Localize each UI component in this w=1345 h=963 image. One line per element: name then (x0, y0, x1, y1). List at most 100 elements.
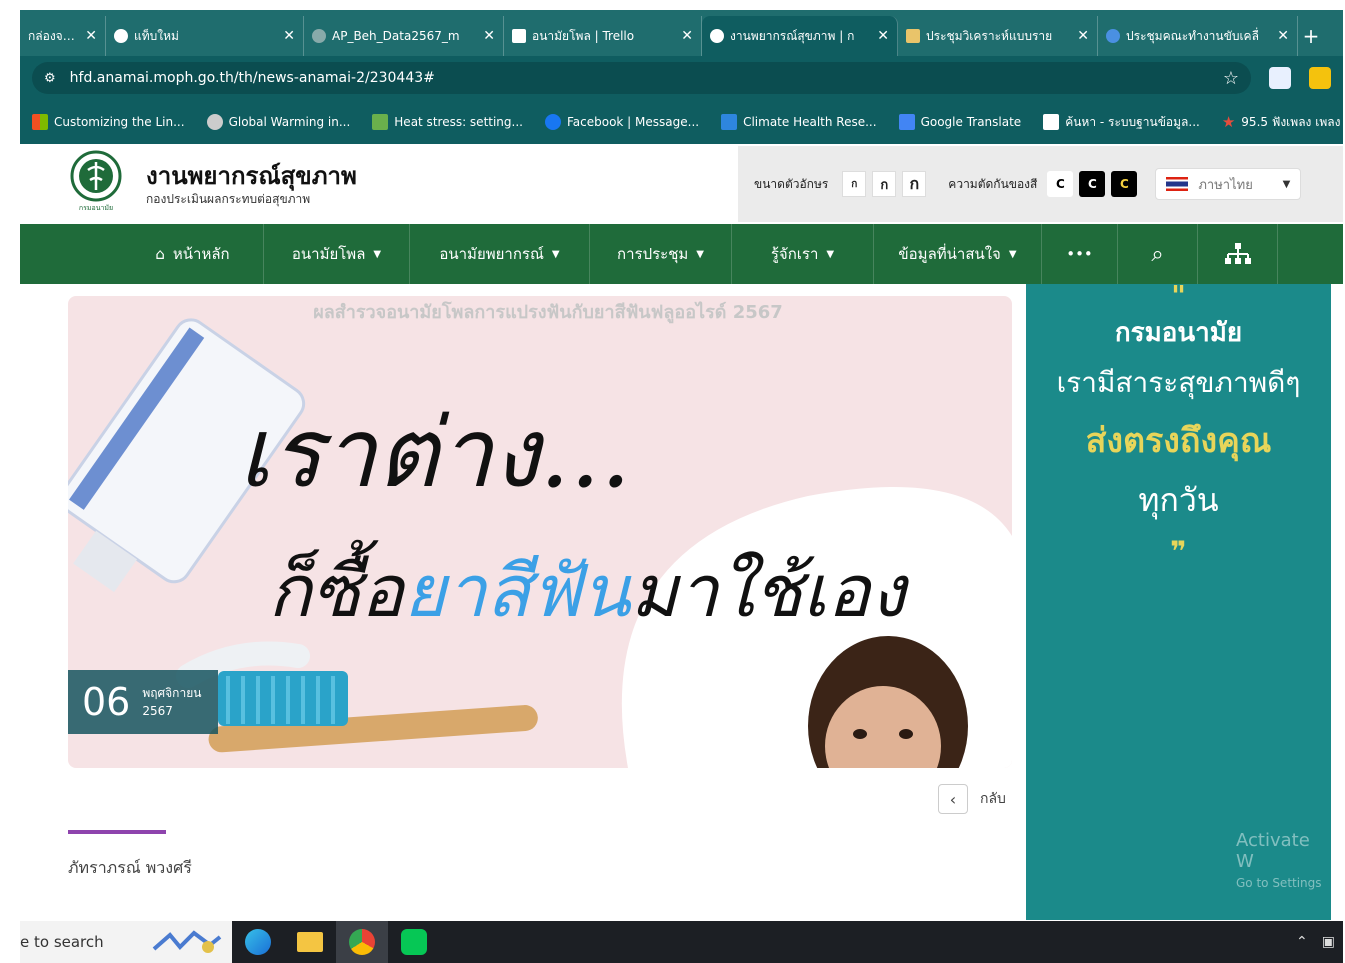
facebook-icon (544, 114, 561, 130)
file-explorer-icon[interactable] (284, 921, 336, 963)
browser-tab[interactable]: AP_Beh_Data2567_m ✕ (304, 16, 504, 56)
chevron-down-icon: ▼ (696, 248, 704, 260)
language-select[interactable]: ภาษาไทย ▼ (1155, 168, 1302, 200)
chevron-up-icon[interactable]: ⌃ (1296, 934, 1308, 950)
banner-headline-line1: เราต่าง... (238, 397, 631, 509)
nav-label: ข้อมูลที่น่าสนใจ (898, 245, 1001, 263)
url-field[interactable]: ⚙ hfd.anamai.moph.go.th/th/news-anamai-2… (32, 62, 1251, 94)
browser-tab[interactable]: ประชุมวิเคราะห์แบบราย ✕ (898, 16, 1098, 56)
author-divider (68, 830, 166, 834)
font-large-button[interactable]: ก (902, 171, 927, 197)
bookmark-label: Google Translate (920, 115, 1022, 129)
tab-label: แท็บใหม่ (134, 28, 179, 43)
nav-anamai-poll[interactable]: อนามัยโพล ▼ (264, 224, 410, 284)
banner-top-text: ผลสำรวจอนามัยโพลการแปรงฟันกับยาสีฟันฟลูอ… (313, 301, 783, 324)
date-badge: 06 พฤศจิกายน 2567 (68, 670, 218, 734)
close-icon[interactable]: ✕ (1077, 28, 1089, 44)
bookmark-item[interactable]: Customizing the Lin... (32, 114, 185, 130)
bookmark-item[interactable]: Climate Health Rese... (721, 114, 877, 130)
font-small-button[interactable]: ก (842, 171, 867, 197)
logo-text: กรมอนามัย (79, 204, 113, 212)
sidebar-line4: ทุกวัน (1138, 481, 1219, 519)
main-nav: ⌂ หน้าหลัก อนามัยโพล ▼ อนามัยพยากรณ์ ▼ ก… (20, 224, 1343, 284)
site-subtitle: กองประเมินผลกระทบต่อสุขภาพ (146, 192, 311, 206)
bookmark-item[interactable]: Heat stress: setting... (372, 114, 523, 130)
promo-sidebar: " กรมอนามัย เรามีสาระสุขภาพดีๆ ส่งตรงถึง… (1026, 282, 1331, 920)
site-header: กรมอนามัย งานพยากรณ์สุขภาพ กองประเมินผลก… (20, 144, 1343, 224)
search-button[interactable]: ⌕ (1118, 224, 1198, 284)
google-translate-icon (898, 114, 915, 130)
close-icon[interactable]: ✕ (283, 28, 295, 44)
browser-tab-strip: กล่องจดหมาย ✕ แท็บใหม่ ✕ AP_Beh_Data2567… (20, 10, 1343, 56)
browser-tab[interactable]: แท็บใหม่ ✕ (106, 16, 304, 56)
line-app-icon[interactable] (388, 921, 440, 963)
extension-doc-icon[interactable] (1269, 67, 1291, 89)
tab-label: AP_Beh_Data2567_m (332, 29, 460, 43)
nav-home[interactable]: ⌂ หน้าหลัก (122, 224, 264, 284)
extension-note-icon[interactable] (1309, 67, 1331, 89)
news-banner-image: ผลสำรวจอนามัยโพลการแปรงฟันกับยาสีฟันฟลูอ… (68, 296, 1012, 768)
nav-label: หน้าหลัก (172, 245, 230, 263)
font-medium-button[interactable]: ก (872, 171, 897, 197)
language-value: ภาษาไทย (1198, 177, 1253, 193)
bookmark-label: Climate Health Rese... (743, 115, 877, 129)
date-month-year: พฤศจิกายน 2567 (142, 684, 201, 720)
chevron-left-icon[interactable]: ‹ (938, 784, 968, 814)
bookmark-item[interactable]: Global Warming in... (206, 114, 350, 130)
bookmark-item[interactable]: ค้นหา - ระบบฐานข้อมูล... (1043, 113, 1200, 132)
font-size-label: ขนาดตัวอักษร (754, 176, 829, 191)
browser-tab[interactable]: ประชุมคณะทำงานขับเคลื่ ✕ (1098, 16, 1298, 56)
bookmark-label: ค้นหา - ระบบฐานข้อมูล... (1065, 114, 1200, 129)
bookmark-item[interactable]: ★ 95.5 ฟังเพลง เพลง เพล (1222, 113, 1343, 132)
contrast-normal-button[interactable]: C (1047, 171, 1074, 197)
edge-icon[interactable] (232, 921, 284, 963)
new-tab-button[interactable]: + (1298, 16, 1324, 56)
browser-tab[interactable]: อนามัยโพล | Trello ✕ (504, 16, 702, 56)
date-day: 06 (82, 680, 131, 724)
thai-flag-icon (1166, 177, 1189, 191)
bookmark-item[interactable]: Google Translate (898, 114, 1022, 130)
nav-about[interactable]: รู้จักเรา ▼ (732, 224, 874, 284)
browser-tab[interactable]: กล่องจดหมาย ✕ (20, 16, 106, 56)
site-info-icon[interactable]: ⚙ (44, 71, 56, 86)
close-icon[interactable]: ✕ (681, 28, 693, 44)
tab-label: งานพยากรณ์สุขภาพ | ก (730, 28, 855, 43)
close-icon[interactable]: ✕ (85, 28, 97, 44)
contrast-dark-button[interactable]: C (1079, 171, 1106, 197)
back-link[interactable]: ‹ กลับ (938, 784, 1006, 814)
nav-meetings[interactable]: การประชุม ▼ (590, 224, 732, 284)
trello-icon (512, 29, 526, 43)
sitemap-button[interactable] (1198, 224, 1278, 284)
sidebar-line1: กรมอนามัย (1114, 318, 1243, 348)
close-icon[interactable]: ✕ (483, 28, 495, 44)
close-icon[interactable]: ✕ (877, 28, 889, 44)
climate-icon (721, 114, 738, 130)
taskbar-search-input[interactable]: e to search (20, 921, 232, 963)
chrome-taskbar-icon[interactable] (336, 921, 388, 963)
screen: กล่องจดหมาย ✕ แท็บใหม่ ✕ AP_Beh_Data2567… (0, 0, 1345, 963)
nav-interesting-info[interactable]: ข้อมูลที่น่าสนใจ ▼ (874, 224, 1042, 284)
network-icon[interactable]: ▣ (1322, 934, 1335, 950)
bookmark-item[interactable]: Facebook | Message... (544, 114, 699, 130)
accessibility-panel: ขนาดตัวอักษร ก ก ก ความตัดกันของสี C C C… (738, 146, 1343, 222)
chrome-icon (114, 29, 128, 43)
sitemap-icon (1224, 243, 1251, 264)
tab-label: กล่องจดหมาย (28, 28, 78, 43)
system-tray: ⌃ ▣ (1296, 934, 1343, 950)
close-icon[interactable]: ✕ (1277, 28, 1289, 44)
contrast-label: ความตัดกันของสี (948, 176, 1038, 191)
banner-headline-line2: ก็ซื้อยาสีฟันมาใช้เอง (268, 539, 910, 633)
document-icon (1043, 114, 1060, 130)
search-placeholder: e to search (20, 933, 104, 951)
activate-windows-watermark: Activate W Go to Settings (1236, 830, 1331, 890)
windows-taskbar: e to search ⌃ ▣ (20, 921, 1343, 963)
browser-tab-active[interactable]: งานพยากรณ์สุขภาพ | ก ✕ (702, 16, 898, 56)
department-logo[interactable]: กรมอนามัย (68, 150, 124, 216)
nav-anamai-forecast[interactable]: อนามัยพยากรณ์ ▼ (410, 224, 590, 284)
contrast-yellow-button[interactable]: C (1111, 171, 1138, 197)
bookmark-label: Heat stress: setting... (394, 115, 523, 129)
bookmark-star-icon[interactable]: ☆ (1223, 68, 1239, 89)
sidebar-line2: เรามีสาระสุขภาพดีๆ (1056, 366, 1301, 399)
nav-more[interactable]: ••• (1042, 224, 1118, 284)
star-icon: ★ (1221, 113, 1236, 131)
